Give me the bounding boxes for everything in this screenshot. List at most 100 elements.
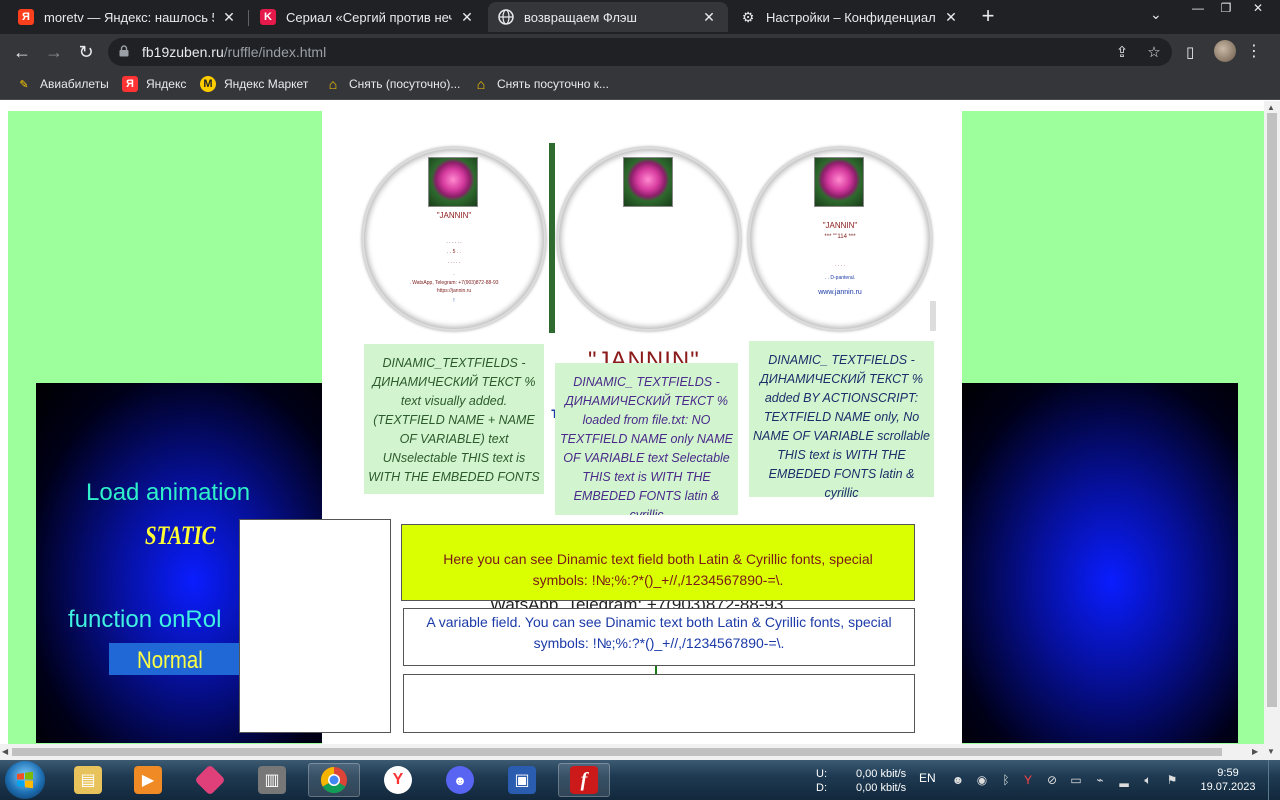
bookmark-yandex-market[interactable]: M Яндекс Маркет — [200, 76, 308, 92]
tab-settings[interactable]: ⚙ Настройки – Конфиденциально ✕ — [730, 2, 970, 32]
circle-name: "JANNIN" — [822, 221, 858, 230]
taskbar-flash-player[interactable]: f — [558, 763, 610, 797]
dynamic-text-yellow-field: Here you can see Dinamic text field both… — [401, 524, 915, 601]
circle-card-3: "JANNIN" *** ""114 *** . . . . . . D-pan… — [748, 147, 932, 331]
scroll-down-arrow-icon[interactable]: ▼ — [1267, 747, 1275, 756]
taskbar-save-tool[interactable]: ▣ — [496, 763, 548, 797]
yandex-tray-icon[interactable]: Y — [1020, 772, 1036, 788]
tab-yandex-search[interactable]: Я moretv — Яндекс: нашлось 5 ты ✕ — [8, 2, 248, 32]
bookmarks-bar: ✎ Авиабилеты Я Яндекс M Яндекс Маркет ⌂ … — [0, 70, 1280, 100]
close-icon[interactable]: ✕ — [458, 9, 476, 26]
language-indicator[interactable]: EN — [919, 771, 936, 785]
taskbar-gem-app[interactable] — [184, 763, 236, 797]
scroll-right-arrow-icon[interactable]: ▶ — [1252, 747, 1258, 756]
close-icon[interactable]: ✕ — [220, 9, 238, 26]
url-text[interactable]: fb19zuben.ru/ruffle/index.html — [142, 44, 326, 60]
forward-button[interactable]: → — [42, 40, 66, 64]
show-desktop-button[interactable] — [1268, 760, 1280, 800]
bluetooth-icon[interactable]: ᛒ — [998, 772, 1014, 788]
start-button[interactable] — [5, 761, 45, 799]
function-onrollover-label: function onRol — [68, 606, 222, 633]
bookmark-aviabilety[interactable]: ✎ Авиабилеты — [16, 76, 109, 92]
system-clock[interactable]: 9:59 19.07.2023 — [1198, 766, 1258, 794]
tab-search-chevron-icon[interactable]: ⌄ — [1150, 6, 1162, 23]
discord-tray-icon[interactable]: ☻ — [950, 772, 966, 788]
scroll-up-arrow-icon[interactable]: ▲ — [1267, 103, 1275, 112]
dynamic-textfield-2[interactable]: DINAMIC_ TEXTFIELDS - ДИНАМИЧЕСКИЙ ТЕКСТ… — [555, 363, 738, 515]
load-animation-label[interactable]: Load animation — [86, 479, 250, 507]
vertical-scrollbar[interactable]: ▲ ▼ — [1264, 101, 1280, 760]
volume-icon[interactable]: 🔈︎ — [1140, 772, 1156, 788]
bookmark-label: Яндекс Маркет — [224, 77, 309, 91]
static-label: STATIC — [145, 521, 216, 550]
back-button[interactable]: ← — [10, 40, 34, 64]
empty-input-field[interactable] — [403, 674, 915, 733]
circle-name: "JANNIN" — [436, 211, 472, 220]
blank-white-box — [239, 519, 391, 733]
house-icon: ⌂ — [328, 76, 338, 92]
bookmark-star-icon[interactable]: ☆ — [1144, 43, 1164, 63]
menu-kebab-icon[interactable]: ⋮ — [1246, 41, 1262, 61]
reload-button[interactable]: ↻ — [74, 40, 98, 64]
device-tray-icon[interactable]: ▭ — [1068, 772, 1084, 788]
circle-line: . . 5 . . — [447, 249, 461, 255]
taskbar-yandex-browser[interactable]: Y — [372, 763, 424, 797]
tab-flash-active[interactable]: возвращаем Флэш ✕ — [488, 2, 728, 32]
circle-contact-line: . WatsApp, Telegram: +7(903)872-88-93 — [409, 280, 499, 286]
circle-line: . — [453, 271, 455, 277]
kinopoisk-favicon-icon: K — [260, 9, 276, 25]
lock-icon[interactable] — [118, 45, 130, 57]
tab-strip: Я moretv — Яндекс: нашлось 5 ты ✕ K Сери… — [0, 0, 1280, 34]
usb-tray-icon[interactable]: ⌁ — [1092, 772, 1108, 788]
rose-image — [814, 157, 864, 207]
close-icon[interactable]: ✕ — [700, 9, 718, 26]
taskbar-chrome[interactable] — [308, 763, 360, 797]
avatar[interactable] — [1214, 40, 1236, 62]
dynamic-textfield-3[interactable]: DINAMIC_ TEXTFIELDS - ДИНАМИЧЕСКИЙ ТЕКСТ… — [749, 341, 934, 500]
restore-button[interactable]: ❐ — [1212, 0, 1240, 18]
window-close-button[interactable]: ✕ — [1240, 0, 1276, 18]
taskbar-archive[interactable]: ▥ — [246, 763, 298, 797]
new-tab-button[interactable]: + — [976, 5, 1000, 29]
horizontal-scrollbar[interactable]: ◀ ▶ — [0, 744, 1264, 760]
minimize-button[interactable]: — — [1184, 0, 1212, 18]
share-icon[interactable]: ⇪ — [1112, 43, 1132, 63]
horizontal-scroll-thumb[interactable] — [12, 748, 1222, 756]
close-icon[interactable]: ✕ — [942, 9, 960, 26]
vpn-tray-icon[interactable]: ◉ — [974, 772, 990, 788]
network-signal-icon[interactable]: ▂ — [1116, 772, 1132, 788]
bookmark-rent-daily[interactable]: ⌂ Снять (посуточно)... — [325, 76, 461, 92]
plane-icon: ✎ — [19, 78, 29, 91]
side-panel-icon[interactable]: ▯ — [1186, 43, 1194, 61]
yandex-favicon-icon: Я — [18, 9, 34, 25]
globe-icon — [498, 9, 514, 25]
tab-series[interactable]: K Сериал «Сергий против нечисти ✕ — [250, 2, 486, 32]
gem-icon — [194, 764, 226, 796]
jannin-link[interactable]: www.jannin.ru — [748, 289, 932, 296]
cursor-mark — [655, 666, 657, 674]
taskbar-media-player[interactable]: ▶ — [122, 763, 174, 797]
bookmark-yandex[interactable]: Я Яндекс — [122, 76, 186, 92]
explorer-icon: ▤ — [74, 766, 102, 794]
bookmark-rent-daily-2[interactable]: ⌂ Снять посуточно к... — [473, 76, 609, 92]
discord-icon: ☻ — [446, 766, 474, 794]
windows-logo-icon — [17, 771, 33, 789]
action-center-flag-icon[interactable]: ⚑ — [1164, 772, 1180, 788]
taskbar-explorer[interactable]: ▤ — [62, 763, 114, 797]
circle-card-1: "JANNIN" . . . . . . . . 5 . . . . . . .… — [362, 147, 546, 331]
yandex-browser-icon: Y — [384, 766, 412, 794]
url-host: fb19zuben.ru — [142, 44, 224, 60]
bookmark-label: Авиабилеты — [40, 77, 109, 91]
link-tray-icon[interactable]: ⊘ — [1044, 772, 1060, 788]
rose-image — [623, 157, 673, 207]
clock-date: 19.07.2023 — [1200, 781, 1256, 793]
frame-edge-strip — [930, 301, 936, 331]
gear-icon: ⚙ — [741, 8, 755, 25]
rose-image — [428, 157, 478, 207]
address-bar[interactable]: fb19zuben.ru/ruffle/index.html ⇪ ☆ — [108, 38, 1172, 66]
variable-text-field[interactable]: A variable field. You can see Dinamic te… — [403, 608, 915, 666]
normal-button[interactable]: Normal — [109, 643, 239, 675]
taskbar-discord[interactable]: ☻ — [434, 763, 486, 797]
scroll-left-arrow-icon[interactable]: ◀ — [2, 747, 8, 756]
vertical-scroll-thumb[interactable] — [1267, 113, 1277, 707]
